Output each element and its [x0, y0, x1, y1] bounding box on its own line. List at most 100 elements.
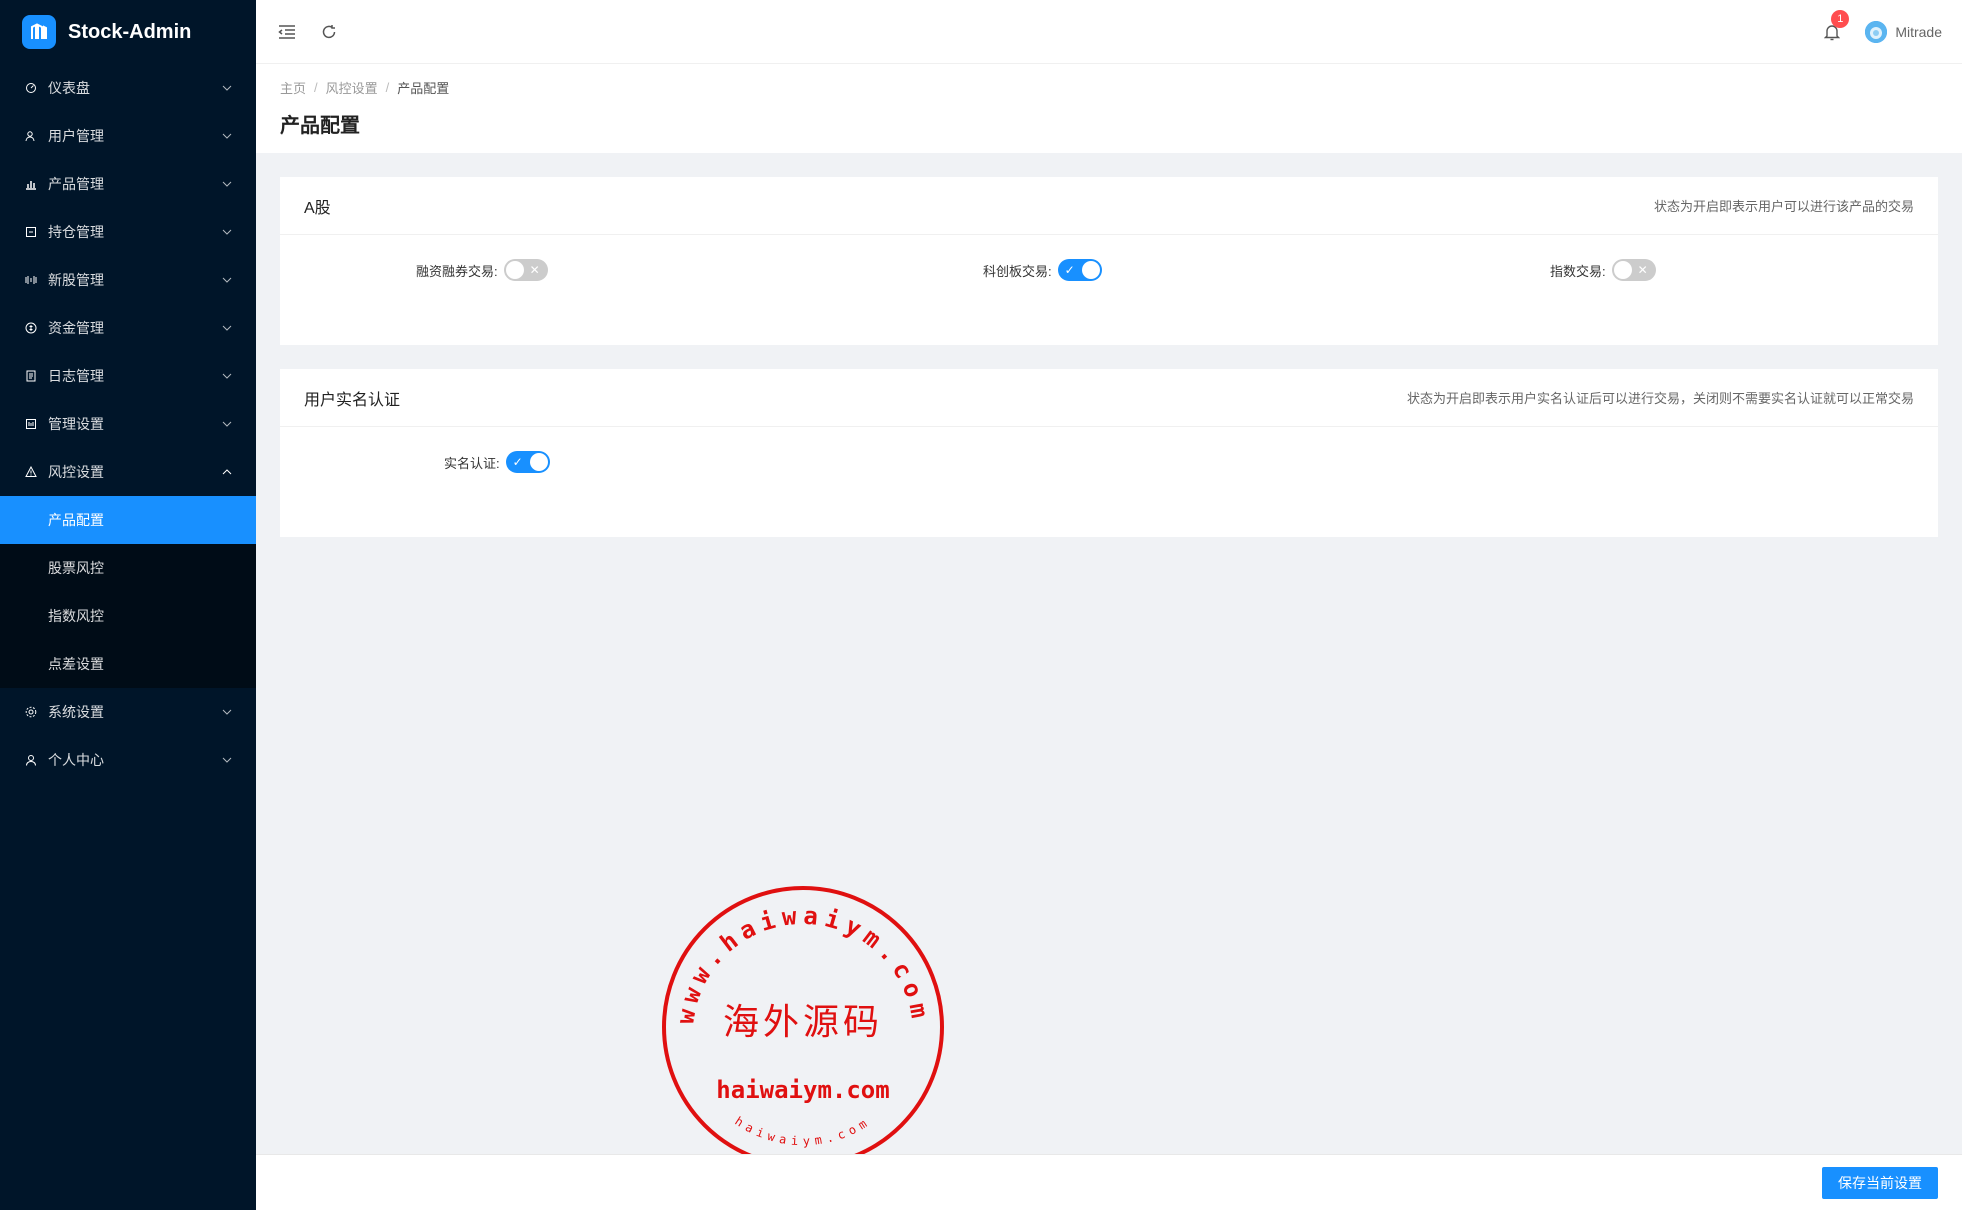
chart-icon — [24, 177, 38, 191]
sidebar-item-risk-control[interactable]: 风控设置 — [0, 448, 256, 496]
app-logo[interactable]: Stock-Admin — [0, 0, 256, 64]
submenu-item-label: 指数风控 — [48, 608, 104, 624]
breadcrumb: 主页 / 风控设置 / 产品配置 — [280, 78, 1938, 97]
submenu-item-label: 股票风控 — [48, 560, 104, 576]
chevron-down-icon — [222, 419, 232, 429]
sidebar-item-holdings[interactable]: 持仓管理 — [0, 208, 256, 256]
switch-knob — [1081, 261, 1100, 279]
chevron-down-icon — [222, 707, 232, 717]
margin-trading-switch[interactable]: ✕ — [503, 259, 548, 281]
sidebar-item-funds[interactable]: 资金管理 — [0, 304, 256, 352]
field-label: 指数交易: — [1550, 263, 1606, 279]
chevron-down-icon — [222, 275, 232, 285]
user-icon — [24, 753, 38, 767]
index-trading-field: 指数交易: ✕ — [1550, 259, 1656, 281]
sidebar-item-label: 日志管理 — [48, 368, 104, 384]
avatar — [1865, 20, 1888, 43]
submenu-item-label: 点差设置 — [48, 656, 104, 672]
breadcrumb-risk-control[interactable]: 风控设置 — [326, 78, 378, 97]
risk-submenu: 产品配置 股票风控 指数风控 点差设置 — [0, 496, 256, 688]
card-body: 实名认证: ✓ — [280, 427, 1938, 537]
dashboard-icon — [24, 81, 38, 95]
sidebar: Stock-Admin 仪表盘 用户管理 产品管理 持仓管理 新股管理 资金管理… — [0, 0, 256, 1210]
watermark-stamp: www.haiwaiym.com 海外源码 haiwaiym.com haiwa… — [662, 886, 944, 1168]
close-icon: ✕ — [529, 263, 540, 277]
margin-trading-field: 融资融券交易: ✕ — [416, 259, 548, 281]
star-market-switch[interactable]: ✓ — [1057, 259, 1102, 281]
header-right: 1 Mitrade — [1821, 9, 1962, 43]
card-title: 用户实名认证 — [304, 391, 401, 409]
sidebar-item-label: 管理设置 — [48, 416, 104, 432]
warning-icon — [24, 465, 38, 479]
chevron-down-icon — [222, 323, 232, 333]
menu-fold-icon[interactable] — [276, 21, 298, 43]
footer-bar: 保存当前设置 — [256, 1154, 1962, 1210]
submenu-item-spread-settings[interactable]: 点差设置 — [0, 640, 256, 688]
card-header: A股 状态为开启即表示用户可以进行该产品的交易 — [280, 177, 1938, 235]
sidebar-item-products[interactable]: 产品管理 — [0, 160, 256, 208]
breadcrumb-home[interactable]: 主页 — [280, 78, 306, 97]
sidebar-item-system-settings[interactable]: 系统设置 — [0, 688, 256, 736]
submenu-item-stock-risk[interactable]: 股票风控 — [0, 544, 256, 592]
sidebar-item-new-stocks[interactable]: 新股管理 — [0, 256, 256, 304]
sidebar-item-users[interactable]: 用户管理 — [0, 112, 256, 160]
submenu-item-product-config[interactable]: 产品配置 — [0, 496, 256, 544]
page-title: 产品配置 — [280, 115, 360, 137]
submenu-item-index-risk[interactable]: 指数风控 — [0, 592, 256, 640]
sidebar-item-label: 持仓管理 — [48, 224, 104, 240]
sidebar-item-profile[interactable]: 个人中心 — [0, 736, 256, 784]
switch-knob — [529, 453, 548, 471]
users-icon — [24, 129, 38, 143]
index-trading-switch[interactable]: ✕ — [1611, 259, 1656, 281]
sidebar-item-dashboard[interactable]: 仪表盘 — [0, 64, 256, 112]
refresh-icon[interactable] — [318, 21, 340, 43]
realname-field: 实名认证: ✓ — [444, 451, 550, 473]
new-stock-icon — [24, 273, 38, 287]
field-label: 科创板交易: — [983, 263, 1052, 279]
card-body: 融资融券交易: ✕ 科创板交易: ✓ 指数交易: ✕ — [280, 235, 1938, 345]
stamp-domain-text: haiwaiym.com — [716, 1076, 889, 1104]
sidebar-item-label: 系统设置 — [48, 704, 104, 720]
chevron-down-icon — [222, 371, 232, 381]
gear-icon — [24, 705, 38, 719]
sidebar-item-label: 仪表盘 — [48, 80, 90, 96]
realname-switch[interactable]: ✓ — [505, 451, 550, 473]
admin-settings-icon — [24, 417, 38, 431]
app-title: Stock-Admin — [68, 20, 192, 43]
card-hint: 状态为开启即表示用户可以进行该产品的交易 — [1653, 199, 1914, 214]
top-header: 1 Mitrade — [256, 0, 1962, 64]
money-icon — [24, 321, 38, 335]
user-menu[interactable]: Mitrade — [1865, 20, 1942, 43]
sidebar-item-label: 风控设置 — [48, 464, 104, 480]
chevron-down-icon — [222, 131, 232, 141]
card-header: 用户实名认证 状态为开启即表示用户实名认证后可以进行交易，关闭则不需要实名认证就… — [280, 369, 1938, 427]
chevron-down-icon — [222, 83, 232, 93]
holdings-icon — [24, 225, 38, 239]
sidebar-menu: 仪表盘 用户管理 产品管理 持仓管理 新股管理 资金管理 日志管理 管理设置 风… — [0, 64, 256, 784]
realname-card: 用户实名认证 状态为开启即表示用户实名认证后可以进行交易，关闭则不需要实名认证就… — [280, 369, 1938, 537]
chevron-down-icon — [222, 179, 232, 189]
chevron-down-icon — [222, 755, 232, 765]
card-hint: 状态为开启即表示用户实名认证后可以进行交易，关闭则不需要实名认证就可以正常交易 — [1406, 391, 1914, 406]
log-icon — [24, 369, 38, 383]
a-shares-card: A股 状态为开启即表示用户可以进行该产品的交易 融资融券交易: ✕ 科创板交易:… — [280, 177, 1938, 345]
card-title: A股 — [304, 199, 331, 217]
field-label: 实名认证: — [444, 455, 500, 471]
sidebar-item-label: 个人中心 — [48, 752, 104, 768]
star-market-field: 科创板交易: ✓ — [983, 259, 1102, 281]
chevron-up-icon — [222, 467, 232, 477]
notification-badge: 1 — [1831, 9, 1850, 28]
page-header: 主页 / 风控设置 / 产品配置 产品配置 — [256, 64, 1962, 153]
save-settings-button[interactable]: 保存当前设置 — [1822, 1166, 1938, 1199]
sidebar-item-label: 用户管理 — [48, 128, 104, 144]
check-icon: ✓ — [1064, 263, 1075, 277]
stamp-bottom-text: haiwaiym.com — [732, 1114, 873, 1148]
notification-bell-icon[interactable]: 1 — [1821, 9, 1850, 43]
submenu-item-label: 产品配置 — [48, 512, 104, 528]
logo-icon — [22, 15, 56, 49]
close-icon: ✕ — [1637, 263, 1648, 277]
breadcrumb-separator: / — [314, 80, 318, 95]
sidebar-item-logs[interactable]: 日志管理 — [0, 352, 256, 400]
username: Mitrade — [1895, 23, 1942, 40]
sidebar-item-admin-settings[interactable]: 管理设置 — [0, 400, 256, 448]
